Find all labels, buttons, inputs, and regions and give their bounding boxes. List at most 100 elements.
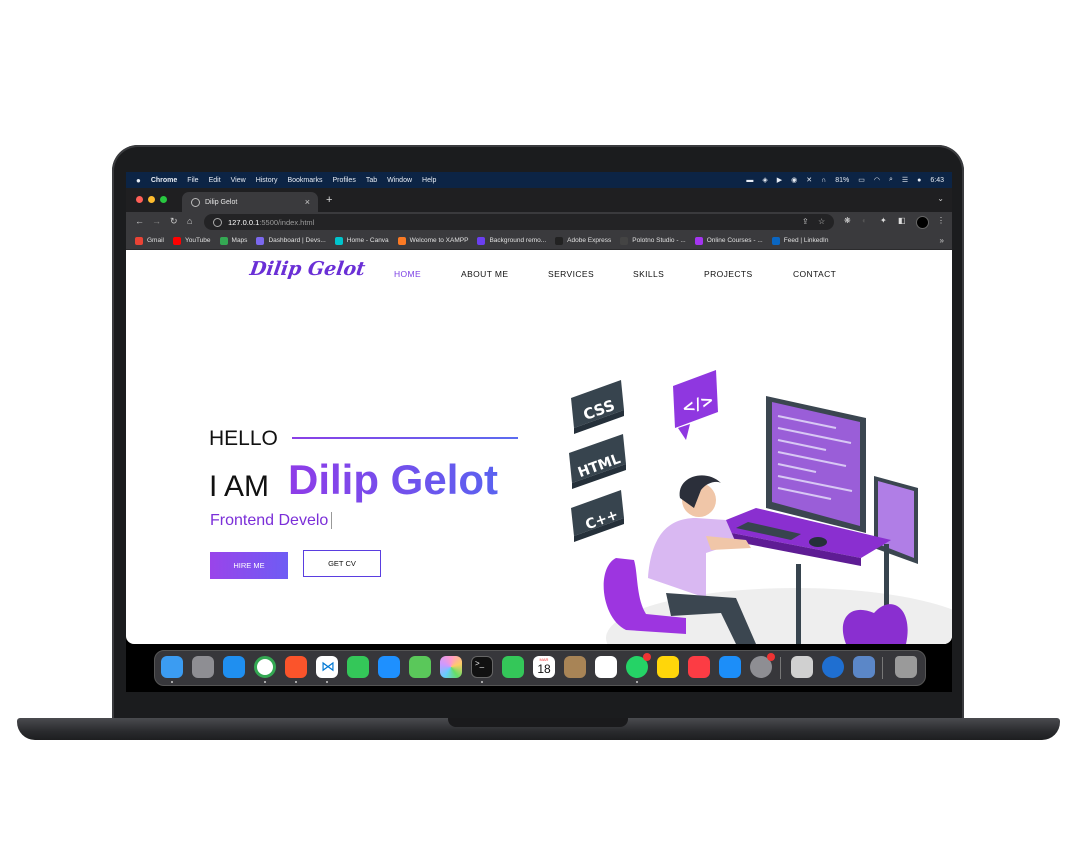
address-bar[interactable]: 127.0.0.1:5500/index.html ⇪ ☆ bbox=[204, 214, 834, 230]
messages-icon[interactable] bbox=[347, 656, 369, 678]
more-menu-icon[interactable]: ⋮ bbox=[937, 216, 945, 225]
bookmark-dashboard[interactable]: Dashboard | Devs... bbox=[256, 236, 326, 245]
whatsapp-icon[interactable] bbox=[626, 653, 651, 678]
photos-icon[interactable] bbox=[440, 656, 462, 678]
extension-icon[interactable]: ◐ bbox=[862, 216, 867, 225]
app-store-icon[interactable] bbox=[719, 656, 741, 678]
back-arrow-icon[interactable]: ← bbox=[135, 216, 144, 226]
bookmark-canva[interactable]: Home - Canva bbox=[334, 236, 389, 245]
layers-icon[interactable]: ◈ bbox=[762, 176, 767, 184]
new-tab-button[interactable]: + bbox=[326, 194, 332, 206]
bookmark-linkedin[interactable]: Feed | LinkedIn bbox=[771, 236, 828, 245]
forward-arrow-icon[interactable]: → bbox=[152, 216, 161, 226]
terminal-icon[interactable]: >_ bbox=[471, 656, 493, 678]
hire-me-button[interactable]: HIRE ME bbox=[210, 552, 288, 579]
share-icon[interactable]: ⇪ bbox=[802, 217, 809, 226]
clock[interactable]: 6:43 bbox=[930, 177, 944, 184]
network-icon[interactable] bbox=[822, 656, 844, 678]
nav-services[interactable]: SERVICES bbox=[548, 269, 594, 279]
nav-projects[interactable]: PROJECTS bbox=[704, 269, 753, 279]
menu-help[interactable]: Help bbox=[422, 177, 436, 184]
menu-window[interactable]: Window bbox=[387, 177, 412, 184]
apple-icon[interactable]: ● bbox=[136, 176, 141, 185]
battery-icon[interactable]: ▭ bbox=[858, 176, 865, 184]
search-icon[interactable]: ⌕ bbox=[889, 176, 893, 184]
person-shirt bbox=[648, 518, 736, 598]
menu-edit[interactable]: Edit bbox=[209, 177, 221, 184]
remove-bg-icon bbox=[477, 236, 486, 245]
bookmark-gmail[interactable]: Gmail bbox=[135, 236, 164, 245]
site-info-icon[interactable] bbox=[213, 217, 222, 227]
menu-profiles[interactable]: Profiles bbox=[332, 177, 355, 184]
bookmark-star-icon[interactable]: ☆ bbox=[818, 217, 825, 226]
bookmark-udemy[interactable]: Online Courses - ... bbox=[694, 236, 763, 245]
nav-skills[interactable]: SKILLS bbox=[633, 269, 664, 279]
menu-history[interactable]: History bbox=[256, 177, 278, 184]
bookmarks-overflow-icon[interactable]: » bbox=[940, 236, 944, 245]
webpage: Dilip Gelot HOME ABOUT ME SERVICES SKILL… bbox=[126, 250, 952, 644]
get-cv-button[interactable]: GET CV bbox=[303, 550, 381, 577]
bookmark-xampp[interactable]: Welcome to XAMPP bbox=[397, 236, 468, 245]
bookmark-youtube[interactable]: YouTube bbox=[172, 236, 211, 245]
menu-view[interactable]: View bbox=[231, 177, 246, 184]
preview-icon[interactable] bbox=[853, 656, 875, 678]
close-window-button[interactable] bbox=[136, 196, 143, 203]
reload-icon[interactable]: ↻ bbox=[170, 216, 178, 227]
headphones-icon[interactable]: ∩ bbox=[821, 177, 826, 184]
mail-icon[interactable] bbox=[378, 656, 400, 678]
finder-icon[interactable] bbox=[161, 656, 183, 678]
brave-icon[interactable] bbox=[285, 656, 307, 678]
developer-illustration: CSS HTML C++ </> bbox=[569, 370, 952, 644]
cpp-tag: C++ bbox=[571, 490, 624, 542]
bookmark-polotno[interactable]: Polotno Studio - ... bbox=[620, 236, 686, 245]
notes-icon[interactable] bbox=[657, 656, 679, 678]
nav-about-me[interactable]: ABOUT ME bbox=[461, 269, 508, 279]
maps-app-icon[interactable] bbox=[409, 656, 431, 678]
facetime-icon[interactable] bbox=[502, 656, 524, 678]
trash-icon[interactable] bbox=[895, 656, 917, 678]
close-tab-icon[interactable]: × bbox=[305, 197, 310, 207]
code-bubble: </> bbox=[673, 370, 718, 440]
tab-search-chevron-icon[interactable]: ⌄ bbox=[937, 194, 944, 203]
play-icon[interactable]: ▶ bbox=[777, 176, 782, 184]
menu-tab[interactable]: Tab bbox=[366, 177, 377, 184]
menu-bookmarks[interactable]: Bookmarks bbox=[287, 177, 322, 184]
nav-contact[interactable]: CONTACT bbox=[793, 269, 836, 279]
bookmark-background-remover[interactable]: Background remo... bbox=[477, 236, 546, 245]
extension-gear-icon[interactable]: ❋ bbox=[844, 216, 851, 225]
menu-chrome[interactable]: Chrome bbox=[151, 177, 177, 184]
menu-file[interactable]: File bbox=[187, 177, 198, 184]
vscode-icon[interactable]: ⋈ bbox=[316, 656, 338, 678]
desk-leg bbox=[796, 564, 801, 644]
wifi-icon[interactable]: ◠ bbox=[874, 176, 880, 184]
zoom-window-button[interactable] bbox=[160, 196, 167, 203]
dock-separator bbox=[780, 657, 781, 679]
music-icon[interactable] bbox=[688, 656, 710, 678]
siri-icon[interactable]: ● bbox=[917, 177, 921, 184]
profile-avatar[interactable] bbox=[916, 216, 929, 229]
side-panel-icon[interactable]: ◧ bbox=[898, 216, 906, 225]
system-settings-icon[interactable] bbox=[750, 653, 775, 678]
bluetooth-icon[interactable]: ✕ bbox=[806, 176, 812, 184]
contacts-icon[interactable] bbox=[564, 656, 586, 678]
chrome-running-dot bbox=[264, 681, 266, 683]
bookmark-maps[interactable]: Maps bbox=[219, 236, 247, 245]
macos-menubar: ● Chrome File Edit View History Bookmark… bbox=[126, 172, 952, 188]
chrome-icon[interactable] bbox=[254, 656, 276, 678]
calculator-icon[interactable] bbox=[791, 656, 813, 678]
calendar-icon[interactable]: MAR 18 bbox=[533, 656, 555, 678]
stage-manager-icon[interactable]: ▬ bbox=[746, 177, 753, 184]
safari-icon[interactable] bbox=[223, 656, 245, 678]
minimize-window-button[interactable] bbox=[148, 196, 155, 203]
home-icon[interactable]: ⌂ bbox=[187, 216, 192, 226]
record-icon[interactable]: ◉ bbox=[791, 176, 797, 184]
css-tag: CSS bbox=[571, 380, 624, 434]
tab-dilip-gelot[interactable]: Dilip Gelot × bbox=[182, 192, 318, 212]
nav-home[interactable]: HOME bbox=[394, 269, 421, 279]
control-center-icon[interactable]: ☰ bbox=[902, 176, 908, 184]
extensions-puzzle-icon[interactable]: ✦ bbox=[880, 216, 887, 225]
launchpad-icon[interactable] bbox=[192, 656, 214, 678]
bookmark-adobe-express[interactable]: Adobe Express bbox=[555, 236, 611, 245]
site-logo[interactable]: Dilip Gelot bbox=[248, 258, 366, 280]
reminders-icon[interactable] bbox=[595, 656, 617, 678]
